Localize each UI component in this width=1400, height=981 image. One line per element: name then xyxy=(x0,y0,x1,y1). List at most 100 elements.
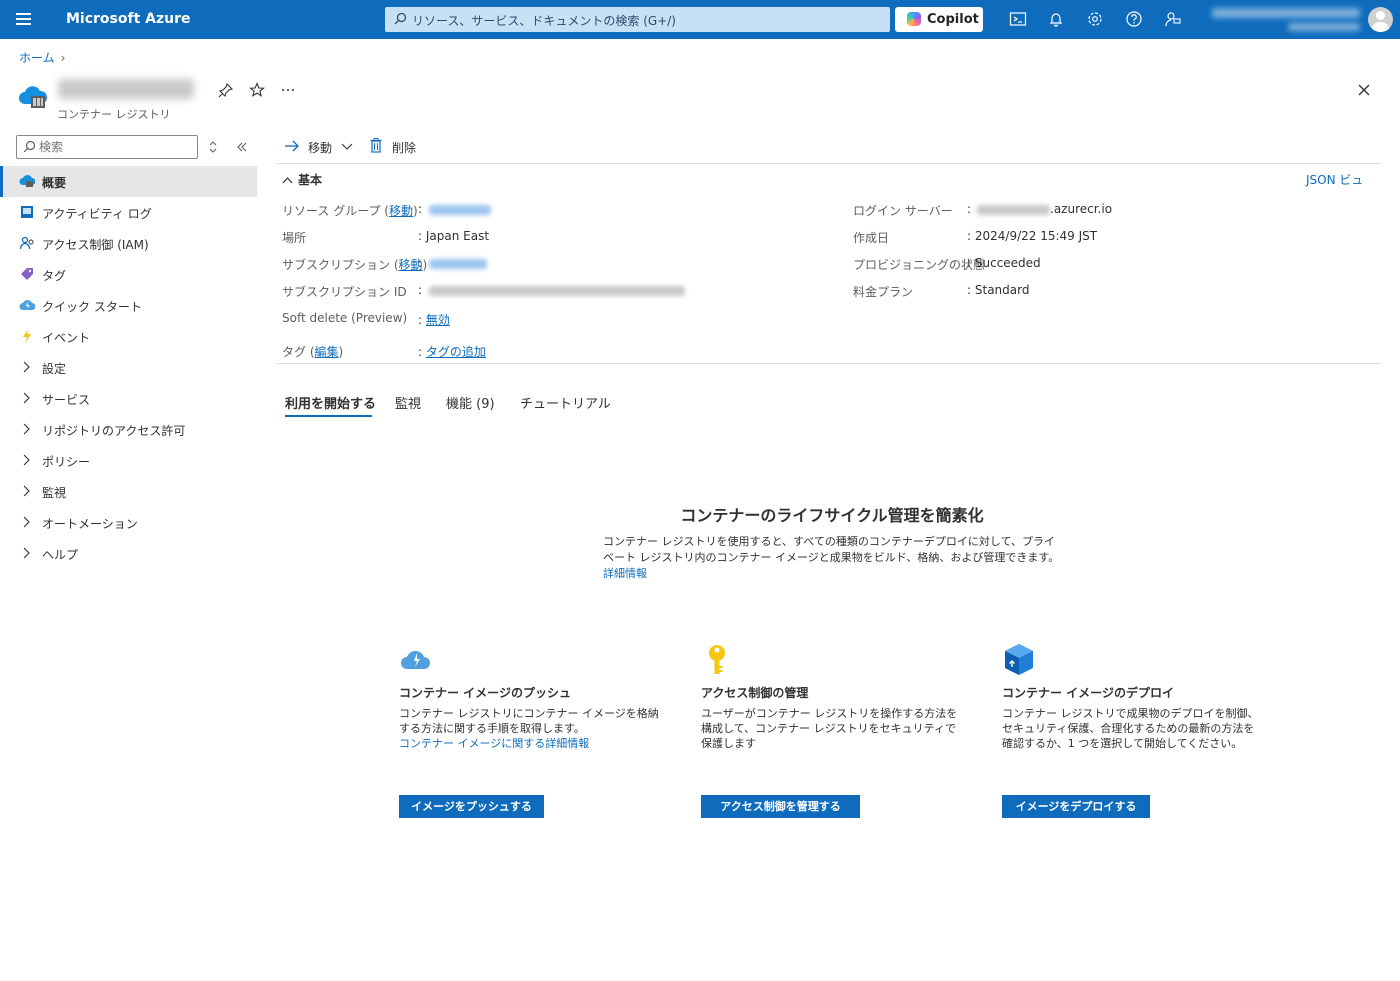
close-icon[interactable] xyxy=(1356,82,1372,98)
menu-icon[interactable] xyxy=(16,13,31,25)
favorite-star-icon[interactable] xyxy=(249,82,265,98)
copilot-icon xyxy=(907,12,921,26)
sidebar-item-label: アクセス制御 (IAM) xyxy=(42,238,149,252)
account-directory-blurred xyxy=(1288,23,1360,31)
colon: : xyxy=(418,283,423,297)
collapse-sidebar-icon[interactable] xyxy=(235,140,249,154)
created-value-text: 2024/9/22 15:49 JST xyxy=(974,229,1098,243)
tab-tutorials[interactable]: チュートリアル xyxy=(520,393,611,412)
json-view-link[interactable]: JSON ビュ xyxy=(1306,171,1363,188)
login-server-label: ログイン サーバー xyxy=(853,204,953,218)
pin-icon[interactable] xyxy=(218,82,234,98)
divider xyxy=(277,363,1381,364)
key-icon xyxy=(709,645,725,674)
cloud-shell-icon[interactable] xyxy=(1009,10,1027,28)
pricing-label: 料金プラン xyxy=(853,285,914,299)
provisioning-value: : Succeeded xyxy=(967,256,1041,270)
soft-delete-label: Soft delete (Preview) xyxy=(282,311,408,325)
subscription-value-blurred[interactable] xyxy=(429,259,487,269)
sidebar-item-events[interactable]: イベント xyxy=(0,321,257,352)
sidebar-item-help[interactable]: ヘルプ xyxy=(0,538,257,569)
location-label: 場所 xyxy=(282,231,307,245)
sidebar-item-services[interactable]: サービス xyxy=(0,383,257,414)
card-title: コンテナー イメージのデプロイ xyxy=(1002,686,1174,700)
colon: : xyxy=(967,229,972,243)
tab-capabilities[interactable]: 機能 (9) xyxy=(446,393,495,412)
resource-group-label: リソース グループ (移動) xyxy=(282,202,418,219)
sort-icon[interactable] xyxy=(206,140,220,154)
brand-title[interactable]: Microsoft Azure xyxy=(66,11,191,27)
breadcrumb: ホーム › xyxy=(19,49,65,66)
deploy-image-button[interactable]: イメージをデプロイする xyxy=(1002,795,1150,818)
top-bar: Microsoft Azure リソース、サービス、ドキュメントの検索 (G+/… xyxy=(0,0,1400,39)
account-name-blurred[interactable] xyxy=(1212,8,1360,18)
hero-description-text: コンテナー レジストリを使用すると、すべての種類のコンテナーデプロイに対して、プ… xyxy=(603,535,1060,564)
divider xyxy=(277,163,1381,164)
card-description: コンテナー レジストリで成果物のデプロイを制御、セキュリティ保護、合理化するため… xyxy=(1002,707,1259,750)
soft-delete-link[interactable]: 無効 xyxy=(426,313,450,327)
global-search-input[interactable]: リソース、サービス、ドキュメントの検索 (G+/) xyxy=(385,7,890,32)
sidebar-item-overview[interactable]: 概要 xyxy=(0,166,257,197)
sidebar-item-repository-permissions[interactable]: リポジトリのアクセス許可 xyxy=(0,414,257,445)
sidebar-item-quickstart[interactable]: クイック スタート xyxy=(0,290,257,321)
tab-get-started[interactable]: 利用を開始する xyxy=(285,393,376,412)
manage-access-button[interactable]: アクセス制御を管理する xyxy=(701,795,860,818)
sidebar-item-label: イベント xyxy=(42,331,91,345)
sidebar-item-label: サービス xyxy=(42,393,91,407)
add-tags-link[interactable]: タグの追加 xyxy=(426,345,486,359)
sidebar-search-input[interactable] xyxy=(39,139,189,155)
tab-monitoring[interactable]: 監視 xyxy=(395,393,421,412)
sidebar-item-settings[interactable]: 設定 xyxy=(0,352,257,383)
sidebar-item-activity-log[interactable]: アクティビティ ログ xyxy=(0,197,257,228)
sidebar-item-label: タグ xyxy=(42,269,67,283)
sidebar-search[interactable] xyxy=(16,135,198,159)
chevron-right-icon xyxy=(23,361,30,373)
colon: : xyxy=(967,202,972,216)
hero-learn-more-link[interactable]: 詳細情報 xyxy=(603,567,647,580)
help-icon[interactable] xyxy=(1125,10,1143,28)
chevron-right-icon xyxy=(23,485,30,497)
sidebar-item-tags[interactable]: タグ xyxy=(0,259,257,290)
avatar[interactable] xyxy=(1368,7,1393,32)
colon: : xyxy=(967,283,972,297)
tags-edit-link[interactable]: 編集 xyxy=(315,345,339,359)
provisioning-value-text: Succeeded xyxy=(974,256,1041,270)
search-icon xyxy=(394,12,407,25)
sidebar-item-policies[interactable]: ポリシー xyxy=(0,445,257,476)
breadcrumb-home-link[interactable]: ホーム xyxy=(19,51,55,65)
essentials-toggle[interactable]: 基本 xyxy=(282,171,322,188)
settings-gear-icon[interactable] xyxy=(1086,10,1104,28)
resource-group-move-link[interactable]: 移動 xyxy=(389,204,413,218)
colon: : xyxy=(418,313,423,327)
search-icon xyxy=(23,140,36,153)
activity-log-icon xyxy=(21,206,33,218)
colon: : xyxy=(967,256,972,270)
resource-type: コンテナー レジストリ xyxy=(57,108,171,121)
location-value-text: Japan East xyxy=(425,229,490,243)
events-icon xyxy=(23,329,31,343)
copilot-button[interactable]: Copilot xyxy=(895,7,983,32)
push-image-button[interactable]: イメージをプッシュする xyxy=(399,795,544,818)
sidebar-item-iam[interactable]: アクセス制御 (IAM) xyxy=(0,228,257,259)
chevron-right-icon xyxy=(23,423,30,435)
chevron-right-icon: › xyxy=(60,51,66,65)
provisioning-label: プロビジョニングの状態 xyxy=(853,258,986,272)
more-options-icon[interactable] xyxy=(280,82,296,98)
resource-name-blurred xyxy=(58,79,194,99)
colon: : xyxy=(418,345,423,359)
pricing-value-text: Standard xyxy=(974,283,1030,297)
overview-icon xyxy=(19,175,35,187)
subscription-label: サブスクリプション (移動) xyxy=(282,256,427,273)
feedback-icon[interactable] xyxy=(1164,10,1182,28)
card-title: コンテナー イメージのプッシュ xyxy=(399,686,571,700)
chevron-down-icon xyxy=(341,143,353,150)
notifications-icon[interactable] xyxy=(1047,10,1065,28)
tags-value: : タグの追加 xyxy=(418,343,486,360)
iam-icon xyxy=(19,236,34,250)
tab-underline xyxy=(285,415,372,417)
resource-group-value-blurred[interactable] xyxy=(429,205,491,215)
card-description-text: コンテナー レジストリにコンテナー イメージを格納する方法に関する手順を取得しま… xyxy=(399,707,659,735)
card-learn-more-link[interactable]: コンテナー イメージに関する詳細情報 xyxy=(399,737,589,750)
card-description: ユーザーがコンテナー レジストリを操作する方法を構成して、コンテナー レジストリ… xyxy=(701,707,958,750)
hero-description: コンテナー レジストリを使用すると、すべての種類のコンテナーデプロイに対して、プ… xyxy=(603,534,1063,582)
